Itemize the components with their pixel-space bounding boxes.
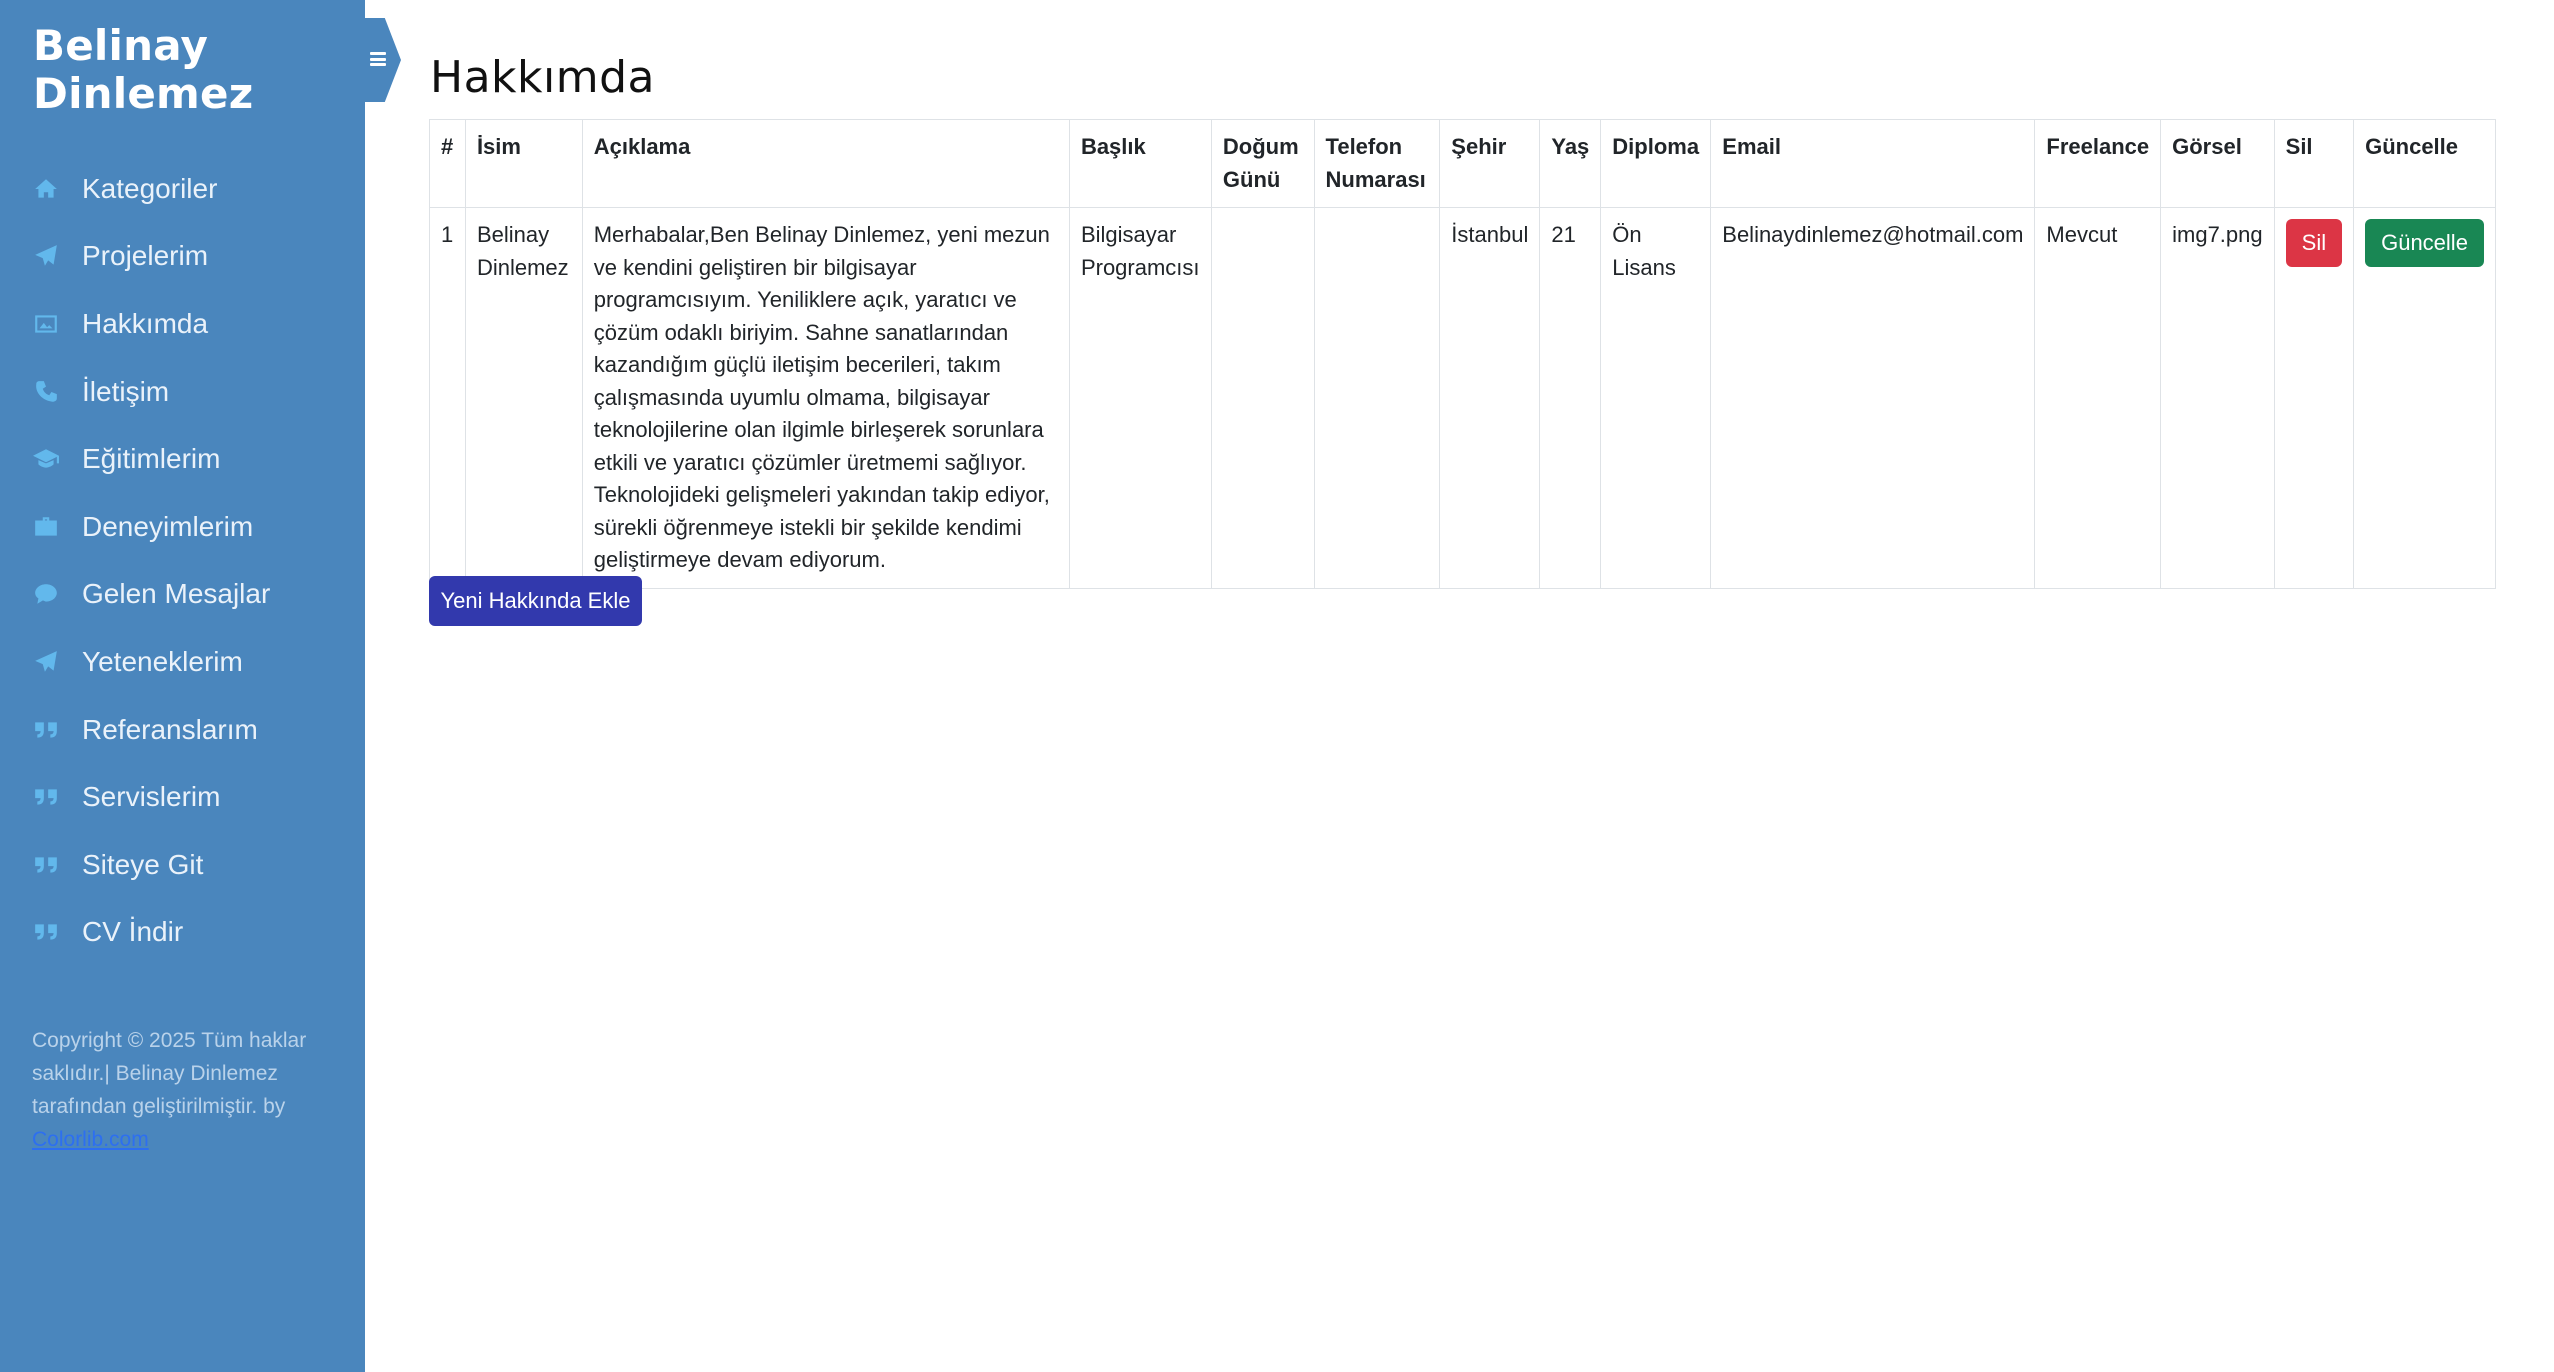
sidebar-item-label: Hakkımda	[82, 307, 209, 339]
sidebar-item-label: Deneyimlerim	[82, 510, 254, 542]
cell-delete: Sil	[2273, 207, 2355, 589]
home-icon	[32, 175, 60, 203]
sidebar-item-label: Servislerim	[82, 781, 221, 813]
cell-update: Güncelle	[2353, 207, 2496, 589]
column-header: Güncelle	[2353, 119, 2496, 208]
copyright-text: Copyright © 2025 Tüm haklar saklıdır.| B…	[32, 1029, 307, 1118]
cell-image: img7.png	[2160, 207, 2275, 589]
sidebar-toggle-button[interactable]	[365, 18, 401, 102]
colorlib-link[interactable]: Colorlib.com	[32, 1128, 149, 1151]
graduation-cap-icon	[32, 445, 60, 473]
add-about-button[interactable]: Yeni Hakkında Ekle	[429, 576, 642, 626]
sidebar-item-label: İletişim	[82, 375, 170, 407]
cell-city: İstanbul	[1439, 207, 1541, 589]
sidebar-item-label: Yeteneklerim	[82, 645, 243, 677]
sidebar-item-referanslarim[interactable]: Referanslarım	[0, 696, 365, 764]
column-header: Doğum Günü	[1210, 119, 1315, 208]
column-header: İsim	[464, 119, 583, 208]
column-header: Görsel	[2160, 119, 2275, 208]
column-header: Telefon Numarası	[1313, 119, 1441, 208]
column-header: Yaş	[1539, 119, 1602, 208]
paper-plane-icon	[32, 242, 60, 270]
sidebar: Belinay Dinlemez Kategoriler Projelerim …	[0, 0, 365, 1372]
brand-title[interactable]: Belinay Dinlemez	[33, 22, 353, 118]
quote-icon	[32, 716, 60, 744]
sidebar-item-label: Kategoriler	[82, 172, 218, 204]
cell-name: Belinay Dinlemez	[464, 207, 583, 589]
cell-freelance: Mevcut	[2034, 207, 2162, 589]
sidebar-item-label: Eğitimlerim	[82, 443, 221, 475]
table-row: 1 Belinay Dinlemez Merhabalar,Ben Belina…	[429, 207, 2496, 589]
sidebar-item-deneyimlerim[interactable]: Deneyimlerim	[0, 493, 365, 561]
brand-line-2: Dinlemez	[33, 69, 254, 118]
page-title: Hakkımda	[430, 52, 655, 103]
column-header: Şehir	[1439, 119, 1541, 208]
column-header: Sil	[2273, 119, 2355, 208]
delete-button[interactable]: Sil	[2285, 219, 2343, 267]
sidebar-item-servislerim[interactable]: Servislerim	[0, 763, 365, 831]
sidebar-item-label: CV İndir	[82, 916, 184, 948]
cell-description: Merhabalar,Ben Belinay Dinlemez, yeni me…	[581, 207, 1070, 589]
quote-icon	[32, 851, 60, 879]
cell-email: Belinaydinlemez@hotmail.com	[1710, 207, 2036, 589]
column-header: Başlık	[1068, 119, 1212, 208]
briefcase-icon	[32, 513, 60, 541]
cell-phone	[1313, 207, 1441, 589]
update-button[interactable]: Güncelle	[2365, 219, 2484, 267]
sidebar-item-kategoriler[interactable]: Kategoriler	[0, 155, 365, 223]
column-header: #	[429, 119, 466, 208]
cell-title: Bilgisayar Programcısı	[1068, 207, 1212, 589]
sidebar-item-label: Gelen Mesajlar	[82, 578, 271, 610]
column-header: Diploma	[1600, 119, 1712, 208]
sidebar-item-gelen-mesajlar[interactable]: Gelen Mesajlar	[0, 561, 365, 629]
sidebar-item-siteye-git[interactable]: Siteye Git	[0, 831, 365, 899]
image-icon	[32, 310, 60, 338]
paper-plane-icon	[32, 648, 60, 676]
quote-icon	[32, 918, 60, 946]
sidebar-item-label: Referanslarım	[82, 713, 258, 745]
sidebar-item-egitimlerim[interactable]: Eğitimlerim	[0, 425, 365, 493]
sidebar-item-iletisim[interactable]: İletişim	[0, 358, 365, 426]
hamburger-icon	[370, 52, 386, 66]
sidebar-item-yeteneklerim[interactable]: Yeteneklerim	[0, 628, 365, 696]
brand-line-1: Belinay	[33, 21, 209, 70]
sidebar-item-hakkimda[interactable]: Hakkımda	[0, 290, 365, 358]
sidebar-item-label: Siteye Git	[82, 848, 204, 880]
cell-index: 1	[429, 207, 466, 589]
sidebar-item-cv-indir[interactable]: CV İndir	[0, 899, 365, 967]
sidebar-item-label: Projelerim	[82, 240, 209, 272]
phone-icon	[32, 378, 60, 406]
column-header: Email	[1710, 119, 2036, 208]
about-table: # İsim Açıklama Başlık Doğum Günü Telefo…	[429, 119, 2496, 589]
quote-icon	[32, 783, 60, 811]
table-header-row: # İsim Açıklama Başlık Doğum Günü Telefo…	[429, 119, 2496, 208]
comment-icon	[32, 580, 60, 608]
sidebar-item-projelerim[interactable]: Projelerim	[0, 223, 365, 291]
cell-age: 21	[1539, 207, 1602, 589]
cell-diploma: Ön Lisans	[1600, 207, 1712, 589]
column-header: Freelance	[2034, 119, 2162, 208]
cell-birthday	[1210, 207, 1315, 589]
sidebar-menu: Kategoriler Projelerim Hakkımda İletişim…	[0, 155, 365, 966]
column-header: Açıklama	[581, 119, 1070, 208]
copyright: Copyright © 2025 Tüm haklar saklıdır.| B…	[32, 1024, 332, 1156]
